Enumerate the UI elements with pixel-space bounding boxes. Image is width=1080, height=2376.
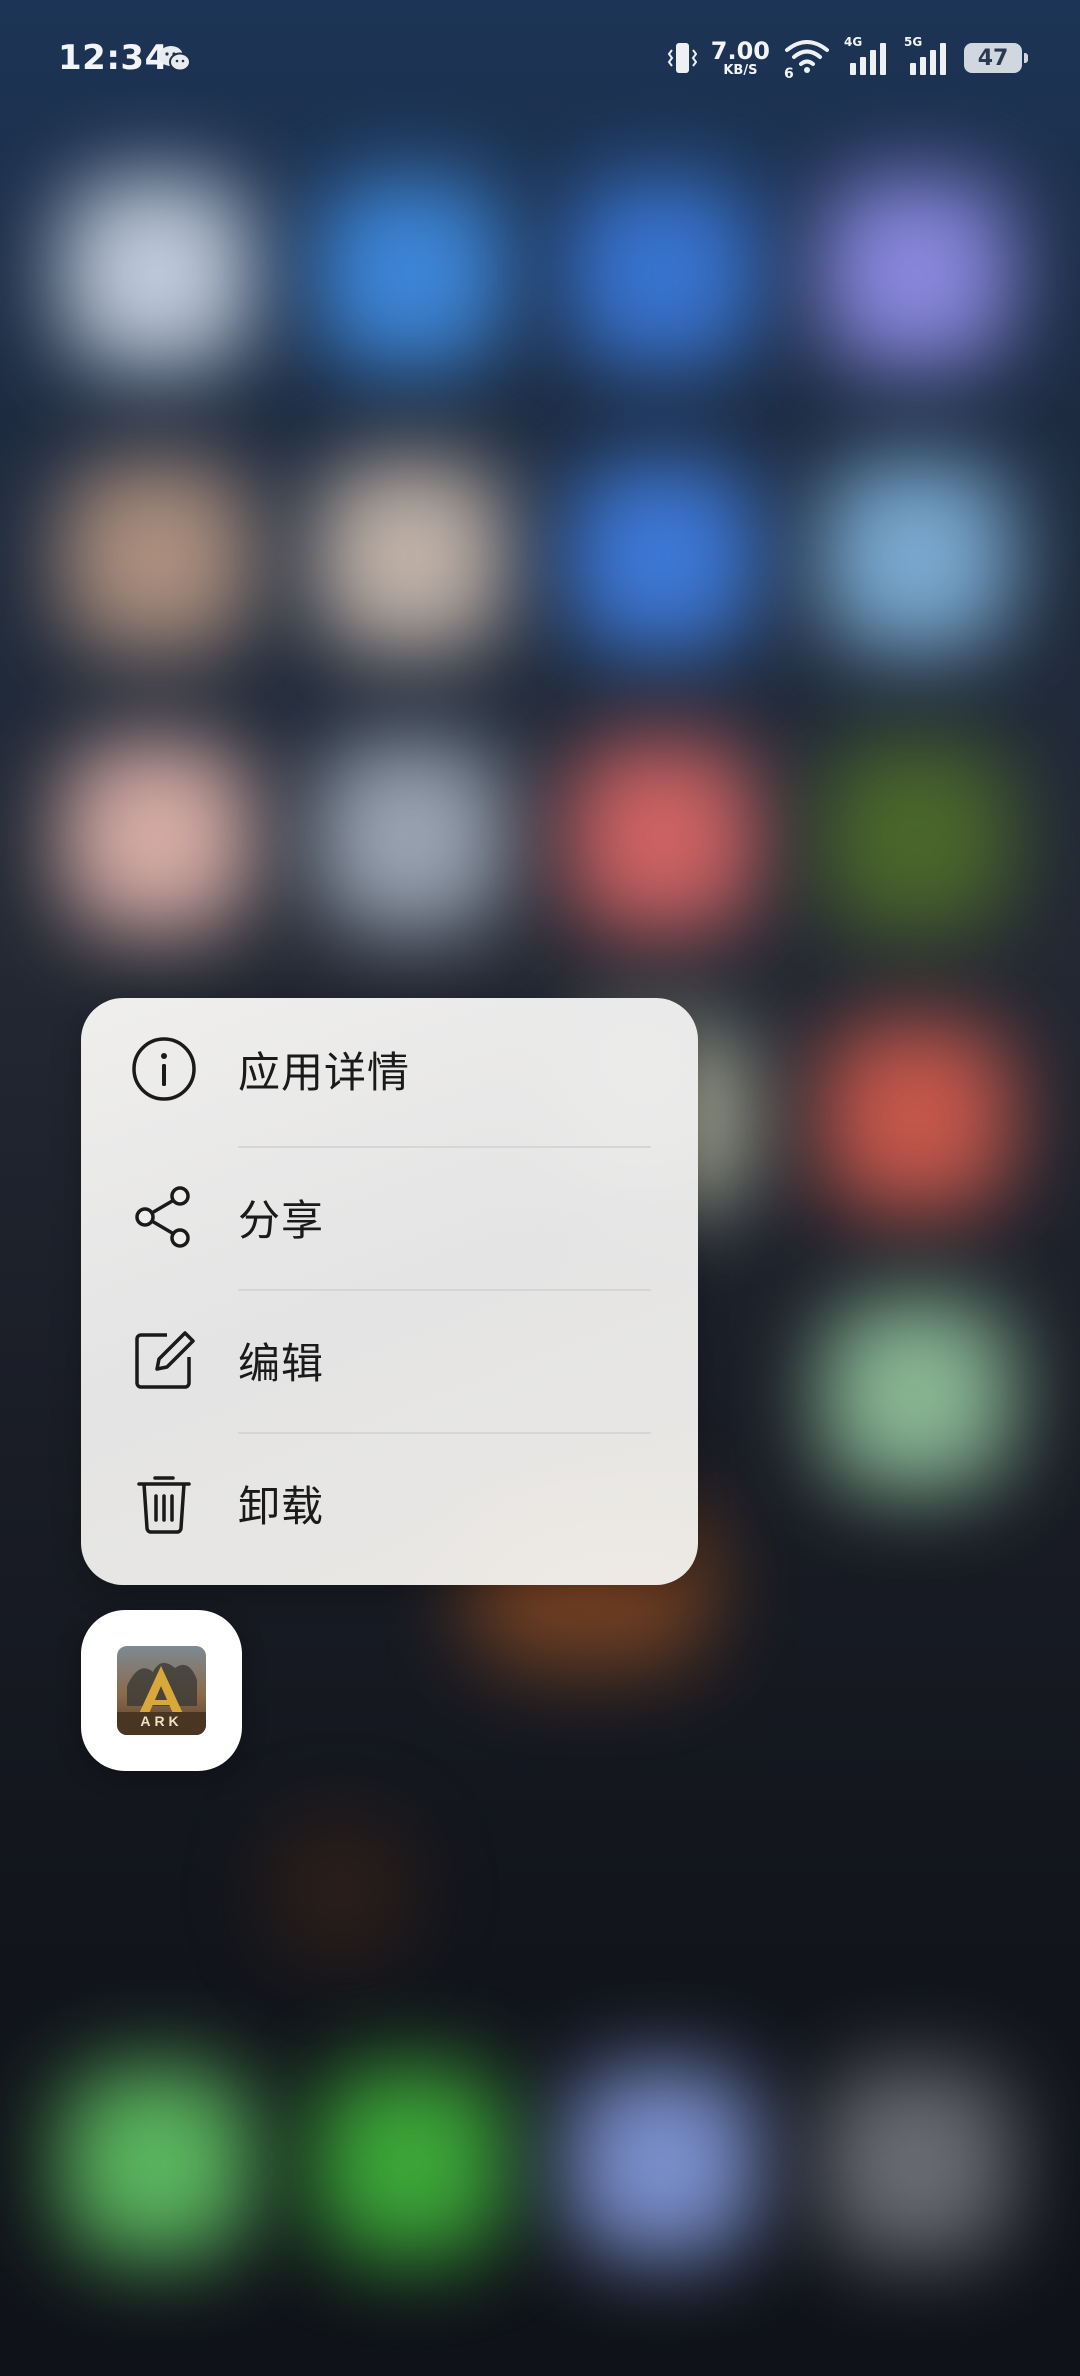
blurred-app-icon [568,178,758,368]
signal-5g-indicator: 5G [904,35,950,77]
menu-item-label: 分享 [238,1196,325,1245]
blurred-app-icon [822,462,1012,652]
blurred-app-icon [316,742,506,932]
status-time: 12:34 [58,38,169,78]
blurred-app-icon [568,742,758,932]
blurred-app-icon [568,462,758,652]
menu-item-app-details[interactable]: 应用详情 [81,998,698,1141]
menu-item-label: 编辑 [238,1339,325,1388]
menu-item-label: 应用详情 [238,1048,411,1097]
vibrate-icon [667,43,697,73]
blurred-app-icon [822,1300,1012,1490]
blurred-app-icon [62,742,252,932]
battery-level: 47 [977,45,1009,71]
status-bar: 12:34 7.00 KB/S 6 4G 5G 47 [0,0,1080,118]
menu-item-uninstall[interactable]: 卸载 [81,1432,698,1575]
blurred-dock-icon [568,2068,758,2258]
signal-4g-indicator: 4G [844,35,890,77]
blurred-app-icon [822,178,1012,368]
blurred-app-icon [822,1022,1012,1212]
edit-icon [135,1331,195,1389]
wechat-icon [159,46,191,72]
blurred-app-icon [62,462,252,652]
signal-5g-icon [910,43,946,75]
ark-game-icon: ARK [117,1646,206,1735]
share-icon [135,1186,190,1248]
blurred-dock-icon [316,2068,506,2258]
trash-icon [137,1476,191,1534]
signal-4g-icon [850,43,886,75]
status-indicators: 7.00 KB/S 6 4G 5G 47 [667,35,1028,82]
blurred-app-icon [270,1820,410,1960]
blurred-dock-icon [62,2068,252,2258]
info-icon [132,1037,196,1101]
network-speed-value: 7.00 [710,37,770,65]
menu-item-label: 卸载 [238,1482,325,1531]
wifi-indicator: 6 [784,38,830,82]
wifi-sub-label: 6 [784,66,794,82]
app-icon-text: ARK [140,1713,182,1729]
network-speed-unit: KB/S [723,63,758,78]
menu-item-share[interactable]: 分享 [81,1146,698,1289]
blurred-dock-icon [822,2068,1012,2258]
blurred-app-icon [822,742,1012,932]
battery-icon: 47 [964,43,1028,73]
app-icon-card[interactable]: ARK [81,1610,242,1771]
blurred-app-icon [316,462,506,652]
app-context-menu: 应用详情 分享 编辑 卸载 [81,998,698,1585]
menu-item-edit[interactable]: 编辑 [81,1289,698,1432]
blurred-app-icon [316,178,506,368]
network-speed: 7.00 KB/S [711,39,770,77]
blurred-app-icon [62,178,252,368]
